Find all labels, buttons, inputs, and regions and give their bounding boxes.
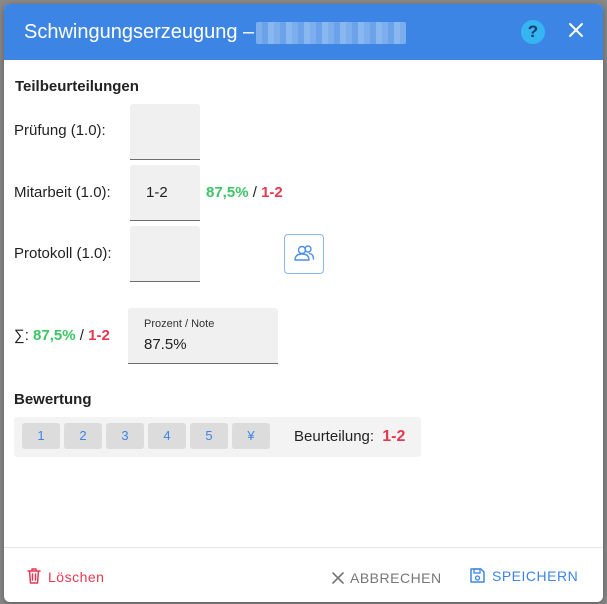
grade-button-4[interactable]: 4: [148, 423, 186, 449]
save-icon: [470, 568, 485, 583]
group-button[interactable]: [284, 234, 324, 274]
sum-result: ∑: 87,5% / 1-2: [14, 327, 110, 344]
participation-grade: 1-2: [261, 184, 283, 201]
sum-symbol: ∑:: [14, 327, 29, 344]
save-button[interactable]: SPEICHERN: [469, 567, 578, 584]
participation-label: Mitarbeit (1.0):: [14, 184, 111, 201]
participation-grade-value: 1-2: [146, 184, 168, 201]
percent-grade-field-label: Prozent / Note: [144, 318, 215, 330]
question-icon: ?: [527, 22, 539, 41]
delete-label: Löschen: [48, 569, 105, 585]
help-button[interactable]: ?: [521, 20, 545, 44]
dialog-titlebar: Schwingungserzeugung – ?: [4, 4, 603, 60]
grade-button-1[interactable]: 1: [22, 423, 60, 449]
assessment-label: Beurteilung:: [294, 428, 375, 445]
grade-button-2[interactable]: 2: [64, 423, 102, 449]
delete-button[interactable]: Löschen: [26, 567, 104, 585]
assessment-result: Beurteilung: 1-2: [294, 428, 405, 446]
cancel-label: ABBRECHEN: [350, 570, 442, 586]
grade-button-special[interactable]: ¥: [232, 423, 270, 449]
sum-grade: 1-2: [88, 327, 110, 344]
separator: /: [79, 327, 84, 344]
sum-percent: 87,5%: [33, 327, 76, 344]
rating-heading: Bewertung: [14, 391, 92, 408]
participation-result: 87,5% / 1-2: [206, 184, 283, 201]
separator: /: [252, 184, 257, 201]
grade-button-5[interactable]: 5: [190, 423, 228, 449]
evaluation-dialog: Schwingungserzeugung – ? Teilbeurteilung…: [4, 4, 603, 602]
grade-button-bar: 1 2 3 4 5 ¥ Beurteilung: 1-2: [14, 417, 421, 457]
x-icon: [332, 572, 344, 584]
percent-grade-field[interactable]: Prozent / Note 87.5%: [128, 308, 278, 364]
close-button[interactable]: [565, 18, 587, 42]
redacted-title-part: [256, 22, 406, 44]
cancel-button[interactable]: ABBRECHEN: [332, 570, 442, 586]
exam-label: Prüfung (1.0):: [14, 122, 106, 139]
close-icon: [569, 23, 583, 37]
dialog-title: Schwingungserzeugung –: [24, 21, 255, 43]
save-label: SPEICHERN: [492, 568, 579, 584]
people-icon: [294, 245, 315, 261]
dialog-footer: Löschen ABBRECHEN SPEICHERN: [4, 547, 603, 602]
trash-icon: [27, 568, 41, 584]
participation-percent: 87,5%: [206, 184, 249, 201]
partial-ratings-heading: Teilbeurteilungen: [15, 78, 139, 95]
protocol-label: Protokoll (1.0):: [14, 245, 112, 262]
exam-grade-input[interactable]: [130, 104, 200, 160]
protocol-grade-input[interactable]: [130, 226, 200, 282]
participation-grade-input[interactable]: 1-2: [130, 165, 200, 221]
assessment-value: 1-2: [382, 428, 406, 445]
grade-button-3[interactable]: 3: [106, 423, 144, 449]
percent-grade-field-value: 87.5%: [144, 336, 187, 353]
